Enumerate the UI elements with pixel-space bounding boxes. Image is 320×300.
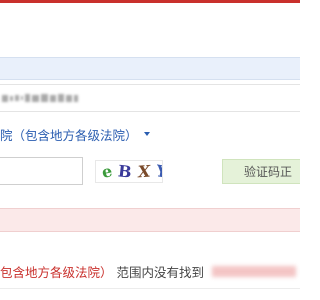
verify-captcha-button[interactable]: 验证码正	[222, 159, 300, 184]
captcha-image[interactable]: e B X Y	[95, 160, 163, 183]
alert-strip	[0, 208, 300, 232]
court-selector-label: 院（包含地方各级法院）	[0, 127, 138, 143]
top-accent-bar	[0, 0, 300, 3]
name-row	[0, 84, 300, 114]
captcha-char: Y	[154, 160, 163, 182]
divider	[0, 288, 300, 289]
captcha-char: X	[137, 161, 151, 181]
result-court-scope: 包含地方各级法院）	[0, 264, 113, 280]
captcha-char: e	[100, 160, 114, 182]
result-text: 范围内没有找到	[116, 264, 205, 280]
masked-name-value	[2, 91, 78, 105]
result-message: 包含地方各级法院） 范围内没有找到 王	[0, 262, 300, 280]
captcha-input[interactable]	[0, 157, 83, 185]
captcha-char: B	[117, 160, 133, 182]
redacted-name	[212, 265, 297, 277]
name-input[interactable]	[0, 84, 300, 112]
court-selector[interactable]: 院（包含地方各级法院）	[0, 124, 150, 144]
caret-down-icon	[143, 132, 150, 136]
court-search-page: 院（包含地方各级法院） e B X Y 验证码正 包含地方各级法院） 范围内没有…	[0, 0, 300, 300]
info-strip	[0, 57, 300, 80]
